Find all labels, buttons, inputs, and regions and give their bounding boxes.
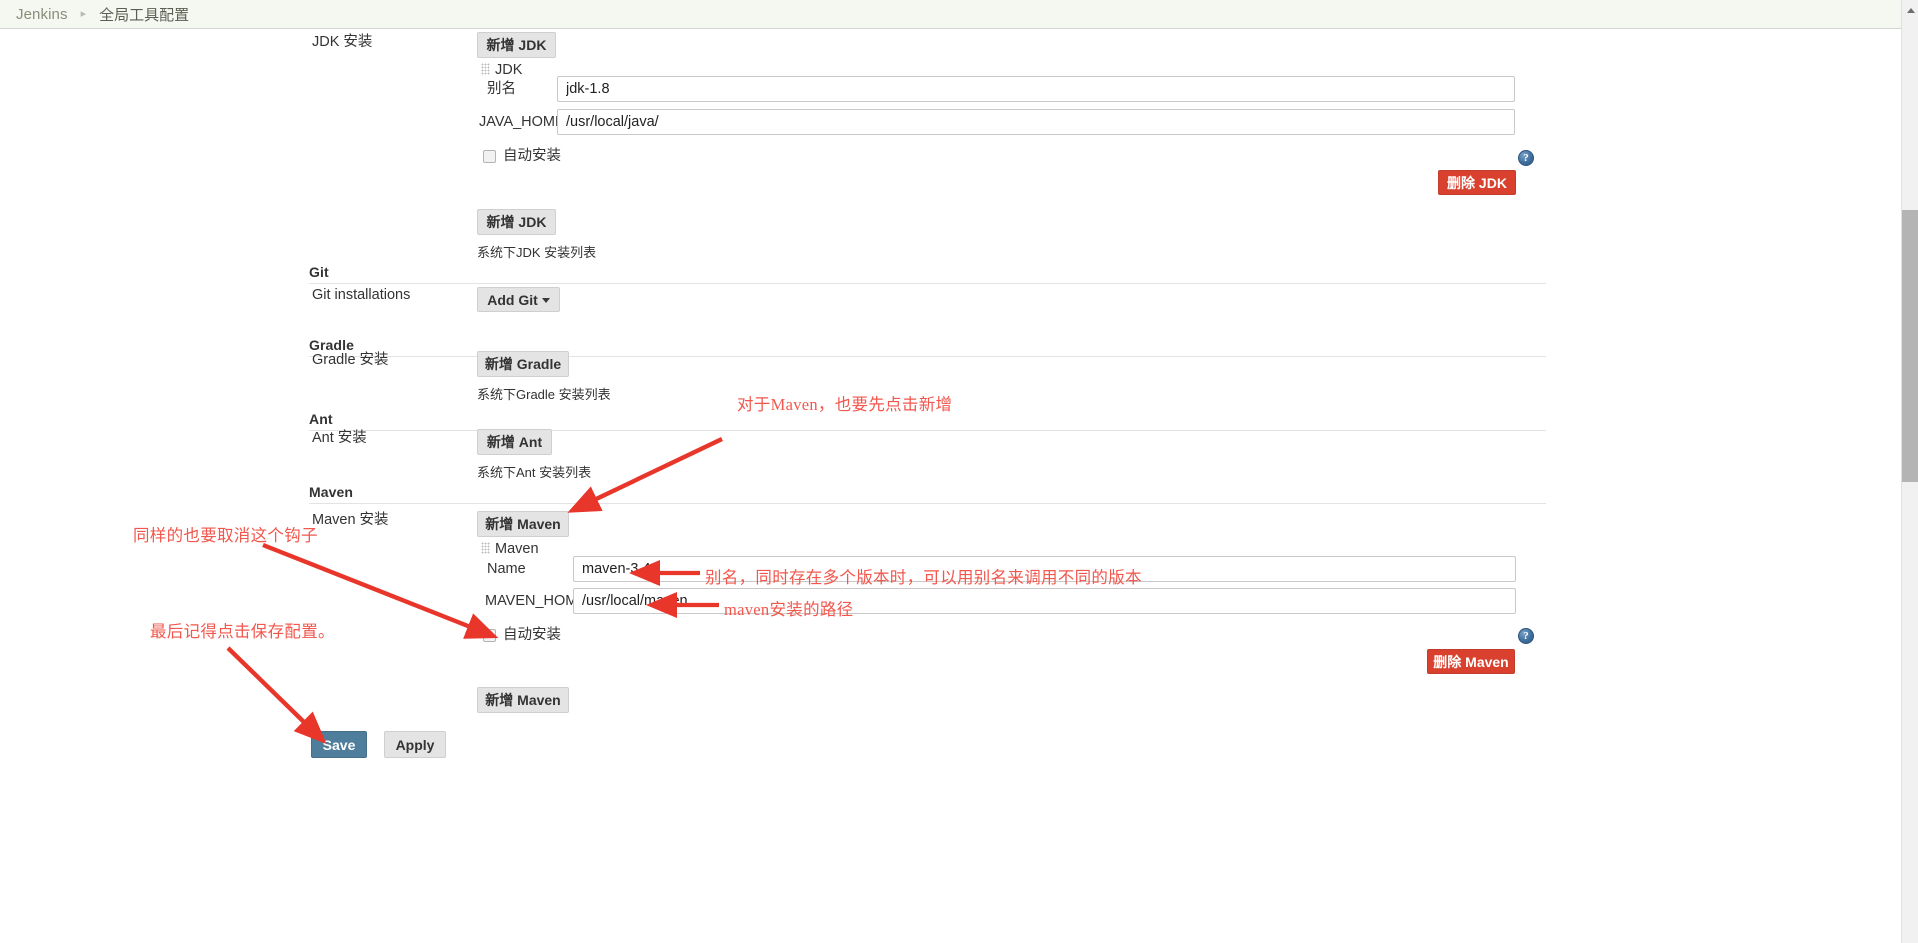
breadcrumb-item-current[interactable]: 全局工具配置 — [99, 4, 189, 25]
maven-help-icon[interactable]: ? — [1518, 628, 1534, 644]
add-maven-button-top[interactable]: 新增 Maven — [477, 511, 569, 537]
scrollbar-thumb[interactable] — [1902, 210, 1918, 482]
apply-button[interactable]: Apply — [384, 731, 446, 758]
delete-jdk-button[interactable]: 删除 JDK — [1438, 170, 1516, 195]
jdk-java-home-input[interactable] — [557, 109, 1515, 135]
git-installations-label: Git installations — [312, 287, 411, 303]
breadcrumb-separator-icon: ▸ — [80, 7, 87, 20]
breadcrumb-item-jenkins[interactable]: Jenkins — [16, 6, 68, 23]
section-divider-maven — [309, 503, 1546, 504]
section-header-gradle: Gradle — [309, 337, 354, 353]
section-header-maven: Maven — [309, 484, 354, 500]
jdk-auto-install-checkbox[interactable] — [483, 150, 496, 163]
maven-auto-install-checkbox[interactable] — [483, 629, 496, 642]
maven-home-label: MAVEN_HOME — [485, 593, 588, 609]
maven-name-input[interactable] — [573, 556, 1516, 582]
section-header-ant: Ant — [309, 411, 333, 427]
add-maven-button-bottom[interactable]: 新增 Maven — [477, 687, 569, 713]
jdk-installations-label: JDK 安装 — [312, 34, 373, 50]
add-jdk-button-top[interactable]: 新增 JDK — [477, 32, 556, 58]
breadcrumb: Jenkins ▸ 全局工具配置 — [0, 0, 1911, 29]
jdk-entry-title: JDK — [495, 62, 523, 78]
jdk-hint-text: 系统下JDK 安装列表 — [477, 245, 597, 260]
maven-home-input[interactable] — [573, 588, 1516, 614]
scroll-up-arrow-icon[interactable] — [1902, 2, 1918, 18]
add-git-button-label: Add Git — [487, 291, 538, 308]
jdk-drag-handle-icon[interactable] — [481, 63, 490, 75]
ant-hint-text: 系统下Ant 安装列表 — [477, 465, 592, 480]
add-gradle-button[interactable]: 新增 Gradle — [477, 351, 569, 377]
jdk-auto-install-label: 自动安装 — [503, 148, 561, 164]
ant-installations-label: Ant 安装 — [312, 430, 367, 446]
delete-maven-button[interactable]: 删除 Maven — [1427, 649, 1515, 674]
maven-name-label: Name — [487, 561, 526, 577]
jdk-help-icon[interactable]: ? — [1518, 150, 1534, 166]
maven-auto-install-label: 自动安装 — [503, 627, 561, 643]
gradle-hint-text: 系统下Gradle 安装列表 — [477, 387, 611, 402]
jdk-alias-label: 别名 — [487, 81, 516, 97]
vertical-scrollbar[interactable] — [1901, 0, 1918, 943]
add-git-button[interactable]: Add Git — [477, 287, 560, 312]
chevron-down-icon — [542, 297, 550, 303]
gradle-installations-label: Gradle 安装 — [312, 352, 389, 368]
save-button[interactable]: Save — [311, 731, 367, 758]
jdk-alias-input[interactable] — [557, 76, 1515, 102]
maven-installations-label: Maven 安装 — [312, 512, 389, 528]
add-jdk-button-bottom[interactable]: 新增 JDK — [477, 209, 556, 235]
jdk-java-home-label: JAVA_HOME — [479, 114, 565, 130]
section-header-git: Git — [309, 264, 329, 280]
maven-drag-handle-icon[interactable] — [481, 542, 490, 554]
maven-entry-title: Maven — [495, 541, 539, 557]
section-divider-git — [309, 283, 1546, 284]
configuration-form: JDK 安装 新增 JDK JDK 别名 JAVA_HOME 自动安装 ? 删除… — [0, 29, 1888, 943]
add-ant-button[interactable]: 新增 Ant — [477, 429, 552, 455]
